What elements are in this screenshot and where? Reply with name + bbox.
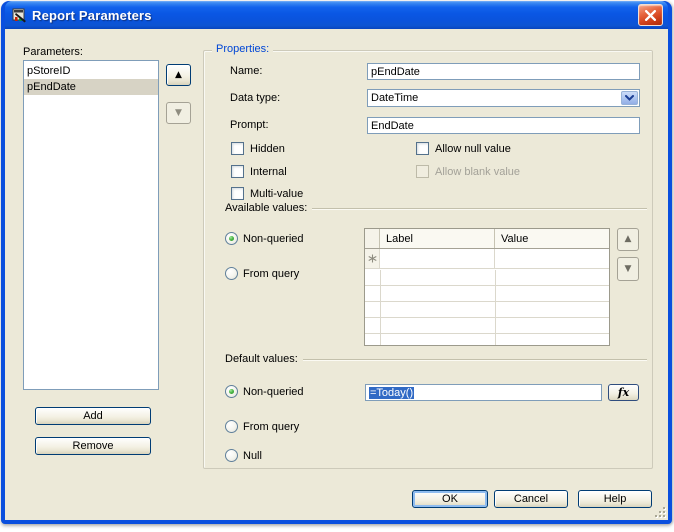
radio-unselected-icon[interactable]	[225, 449, 238, 462]
report-parameters-icon[interactable]	[12, 8, 28, 24]
default-null-label: Null	[243, 450, 262, 462]
close-button[interactable]	[638, 4, 663, 26]
dialog-body: Parameters: pStoreID pEndDate ▲ ▼ Add Re…	[5, 29, 668, 520]
properties-group-label: Properties:	[212, 43, 273, 55]
table-gridline	[380, 270, 381, 345]
available-values-label: Available values:	[225, 202, 307, 214]
hidden-checkbox[interactable]	[231, 142, 244, 155]
parameters-list-label: Parameters:	[23, 46, 83, 58]
table-corner-cell	[365, 229, 380, 248]
properties-groupbox: Properties: Name: pEndDate Data type: Da…	[203, 50, 653, 469]
name-value: pEndDate	[371, 66, 420, 78]
resize-grip[interactable]	[654, 506, 667, 519]
new-row-asterisk-icon	[368, 254, 377, 263]
close-icon	[644, 10, 657, 21]
internal-checkbox[interactable]	[231, 165, 244, 178]
new-row-value-cell[interactable]	[495, 249, 609, 268]
table-new-row[interactable]	[365, 249, 609, 269]
allow-blank-value-checkbox-label: Allow blank value	[435, 166, 520, 178]
new-row-label-cell[interactable]	[380, 249, 495, 268]
up-arrow-icon: ▲	[625, 235, 632, 244]
section-divider	[303, 359, 647, 361]
data-type-dropdown[interactable]: DateTime	[367, 89, 640, 107]
available-from-query-label: From query	[243, 268, 299, 280]
parameter-move-down-button[interactable]: ▼	[166, 102, 191, 124]
expression-fx-button[interactable]: fx	[608, 384, 639, 401]
cancel-button[interactable]: Cancel	[494, 490, 568, 508]
multi-value-checkbox-label: Multi-value	[250, 188, 303, 200]
add-button[interactable]: Add	[35, 407, 151, 425]
allow-null-value-checkbox-label: Allow null value	[435, 143, 511, 155]
value-move-up-button[interactable]: ▲	[617, 228, 639, 251]
default-values-label: Default values:	[225, 353, 298, 365]
value-move-down-button[interactable]: ▼	[617, 257, 639, 281]
allow-blank-value-checkbox	[416, 165, 429, 178]
remove-button[interactable]: Remove	[35, 437, 151, 455]
radio-selected-icon[interactable]	[225, 385, 238, 398]
available-values-table[interactable]: Label Value	[364, 228, 610, 346]
allow-null-value-checkbox[interactable]	[416, 142, 429, 155]
name-label: Name:	[230, 65, 262, 77]
section-divider	[312, 208, 647, 210]
default-from-query-label: From query	[243, 421, 299, 433]
available-values-section: Available values:	[225, 201, 647, 215]
prompt-value: EndDate	[371, 120, 414, 132]
report-parameters-dialog: Report Parameters Parameters: pStoreID p…	[1, 1, 672, 524]
data-type-value: DateTime	[371, 92, 418, 104]
up-arrow-icon: ▲	[175, 71, 182, 80]
prompt-input[interactable]: EndDate	[367, 117, 640, 134]
default-value-text: =Today()	[369, 387, 414, 399]
table-empty-rows	[365, 270, 609, 345]
titlebar: Report Parameters	[5, 1, 668, 29]
radio-unselected-icon[interactable]	[225, 267, 238, 280]
prompt-label: Prompt:	[230, 119, 269, 131]
parameter-list-item[interactable]: pStoreID	[24, 63, 158, 79]
chevron-down-icon	[625, 95, 634, 101]
ok-button[interactable]: OK	[412, 490, 488, 508]
internal-checkbox-label: Internal	[250, 166, 287, 178]
name-input[interactable]: pEndDate	[367, 63, 640, 80]
label-column-header[interactable]: Label	[380, 229, 495, 248]
parameter-list-item-selected[interactable]: pEndDate	[24, 79, 158, 95]
down-arrow-icon: ▼	[625, 265, 632, 274]
multi-value-checkbox[interactable]	[231, 187, 244, 200]
data-type-label: Data type:	[230, 92, 280, 104]
available-non-queried-label: Non-queried	[243, 233, 304, 245]
screen: Report Parameters Parameters: pStoreID p…	[0, 0, 674, 532]
default-value-input[interactable]: =Today()	[365, 384, 602, 401]
parameters-listbox[interactable]: pStoreID pEndDate	[23, 60, 159, 390]
table-header-row: Label Value	[365, 229, 609, 249]
down-arrow-icon: ▼	[175, 109, 182, 118]
window-title: Report Parameters	[32, 8, 638, 23]
hidden-checkbox-label: Hidden	[250, 143, 285, 155]
radio-selected-icon[interactable]	[225, 232, 238, 245]
table-gridline	[495, 270, 496, 345]
new-row-header-cell	[365, 249, 380, 268]
parameter-move-up-button[interactable]: ▲	[166, 64, 191, 86]
fx-icon: fx	[618, 386, 629, 399]
default-non-queried-label: Non-queried	[243, 386, 304, 398]
default-values-section: Default values:	[225, 352, 647, 366]
radio-unselected-icon[interactable]	[225, 420, 238, 433]
value-column-header[interactable]: Value	[495, 229, 609, 248]
data-type-dropdown-button[interactable]	[621, 91, 638, 105]
help-button[interactable]: Help	[578, 490, 652, 508]
